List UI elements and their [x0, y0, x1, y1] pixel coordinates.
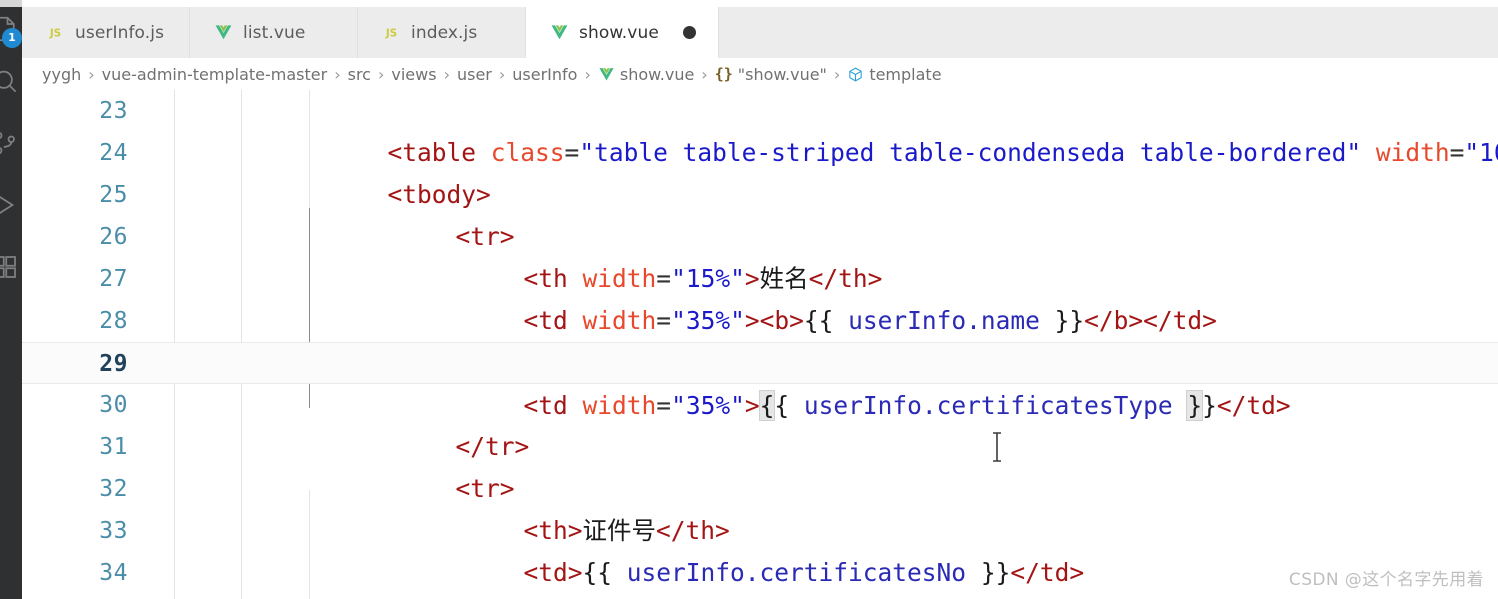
breadcrumb-item-views[interactable]: views	[391, 65, 436, 84]
search-icon[interactable]	[0, 66, 20, 96]
csdn-watermark: CSDN @这个名字先用着	[1288, 570, 1484, 590]
editor-tab-bar: JS userInfo.js list.vue JS index.js show…	[22, 7, 1498, 58]
breadcrumb-separator-icon: ›	[443, 64, 450, 84]
breadcrumb-item-template[interactable]: template	[847, 64, 942, 84]
code-line-27[interactable]: 27 <td width="35%"><b>{{ userInfo.name }…	[22, 258, 1498, 335]
breadcrumb-separator-icon: ›	[701, 64, 708, 84]
code-line-33[interactable]: 33 <td>{{ userInfo.certificatesNo }}</td…	[22, 510, 1498, 587]
code-line-28[interactable]: 28 <th width="15%">证件类型</th>	[22, 300, 1498, 377]
line-number: 27	[99, 266, 128, 292]
breadcrumb-label: yygh	[42, 64, 82, 84]
js-file-icon: JS	[46, 23, 65, 42]
vue-file-icon	[550, 23, 569, 42]
breadcrumb-label: user	[456, 64, 492, 84]
code-editor[interactable]: <h4>用户信息</h4> 23 <table class="table tab…	[22, 90, 1498, 599]
breadcrumb-separator-icon: ›	[498, 64, 506, 84]
breadcrumb-item-yygh[interactable]: yygh	[42, 65, 81, 84]
code-line-26[interactable]: 26 <th width="15%">姓名</th>	[22, 216, 1498, 293]
explorer-badge-count: 1	[2, 28, 22, 48]
code-content[interactable]: <h4>用户信息</h4> 23 <table class="table tab…	[22, 90, 1498, 594]
activity-bar: 1	[0, 0, 22, 599]
line-number: 28	[99, 308, 128, 334]
breadcrumb-label: src	[347, 64, 371, 84]
tab-bar-empty-space	[718, 7, 1498, 58]
line-number: 32	[99, 476, 128, 502]
breadcrumb-item-user[interactable]: user	[457, 65, 492, 84]
vue-file-icon	[214, 23, 233, 42]
breadcrumb-label: vue-admin-template-master	[101, 64, 328, 84]
code-line-32[interactable]: 32 <th>证件号</th>	[22, 468, 1498, 545]
line-number: 30	[99, 392, 128, 418]
breadcrumb-label: "show.vue"	[737, 64, 827, 84]
tab-userinfo-js[interactable]: JS userInfo.js	[22, 7, 190, 58]
code-line-23[interactable]: 23 <table class="table table-striped tab…	[22, 90, 1498, 167]
line-number: 25	[99, 182, 128, 208]
breadcrumb-label: show.vue	[619, 64, 695, 84]
braces-icon: {}	[714, 65, 733, 83]
line-number: 31	[99, 434, 128, 460]
line-number-active: 29	[99, 351, 128, 377]
breadcrumb-separator-icon: ›	[88, 64, 95, 84]
tab-label: userInfo.js	[75, 22, 165, 43]
breadcrumb-item-vue-admin-template-master[interactable]: vue-admin-template-master	[102, 65, 328, 84]
breadcrumb-label: views	[391, 64, 437, 84]
line-number: 24	[99, 140, 128, 166]
code-line-31[interactable]: 31 <tr>	[22, 426, 1498, 503]
breadcrumb-separator-icon: ›	[377, 64, 385, 84]
tab-label: list.vue	[243, 22, 306, 43]
breadcrumb-item-src[interactable]: src	[348, 65, 371, 84]
svg-text:JS: JS	[385, 27, 397, 39]
breadcrumb-item-userinfo[interactable]: userInfo	[512, 65, 577, 84]
tab-index-js[interactable]: JS index.js	[358, 7, 526, 58]
vscode-window: 1 JS userInfo.js list.vue JS index.js sh…	[0, 0, 1498, 599]
line-number: 26	[99, 224, 128, 250]
extensions-icon[interactable]	[0, 252, 20, 282]
breadcrumb: yygh › vue-admin-template-master › src ›…	[22, 58, 1498, 90]
vue-file-icon	[598, 66, 615, 83]
code-line-34[interactable]: 34 <th>证件图片</th>	[22, 552, 1498, 594]
source-control-icon[interactable]	[0, 128, 20, 158]
tab-label: show.vue	[579, 22, 659, 43]
code-line-24[interactable]: 24 <tbody>	[22, 132, 1498, 209]
module-cube-icon	[847, 66, 864, 83]
breadcrumb-separator-icon: ›	[833, 64, 841, 84]
code-line-25[interactable]: 25 <tr>	[22, 174, 1498, 251]
code-line-30[interactable]: 30 </tr>	[22, 384, 1498, 461]
tab-show-vue[interactable]: show.vue	[526, 7, 719, 58]
svg-text:JS: JS	[49, 27, 61, 39]
activity-bar-top-strip	[0, 0, 22, 7]
js-file-icon: JS	[382, 23, 401, 42]
breadcrumb-item-show-vue[interactable]: show.vue	[598, 65, 694, 84]
breadcrumb-item-show-vue-symbol[interactable]: {} "show.vue"	[715, 65, 827, 84]
line-number: 33	[99, 518, 128, 544]
tab-list-vue[interactable]: list.vue	[190, 7, 358, 58]
breadcrumb-separator-icon: ›	[334, 64, 341, 84]
run-debug-icon[interactable]	[0, 190, 20, 220]
tab-label: index.js	[411, 22, 478, 43]
code-line-29-active[interactable]: 29 <td width="35%">{{ userInfo.certifica…	[22, 342, 1498, 421]
line-number: 34	[99, 560, 128, 586]
breadcrumb-separator-icon: ›	[584, 64, 591, 84]
breadcrumb-label: userInfo	[512, 64, 578, 84]
breadcrumb-label: template	[869, 64, 942, 84]
unsaved-changes-dot-icon[interactable]	[682, 26, 696, 39]
line-number: 23	[99, 98, 128, 124]
